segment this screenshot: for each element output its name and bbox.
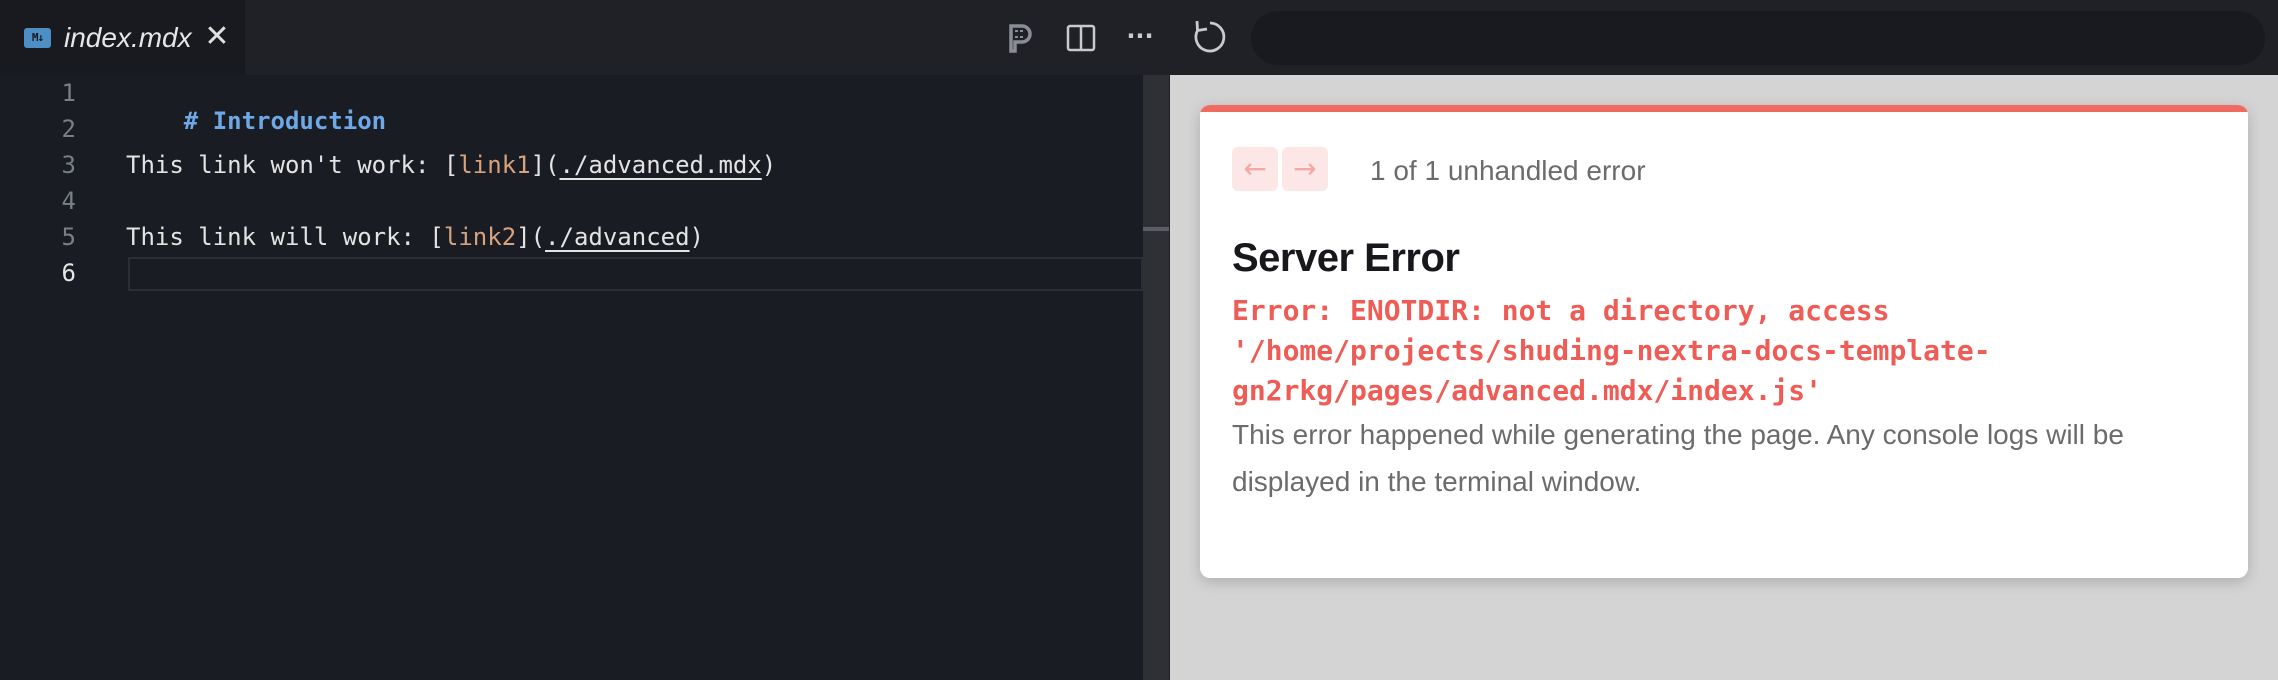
code-text: ]( — [530, 151, 560, 179]
top-bar: M↓ index.mdx ✕ ··· — [0, 0, 2278, 75]
markdown-heading: # Introduction — [183, 107, 387, 135]
code-text: This link won't work: [ — [126, 151, 459, 179]
code-line-5: This link will work: [link2](./advanced) — [126, 223, 704, 251]
line-number-active: 6 — [61, 259, 76, 287]
error-dialog: ← → 1 of 1 unhandled error Server Error … — [1200, 105, 2248, 578]
arrow-left-icon: ← — [1243, 152, 1267, 185]
code-line-3: This link won't work: [link1](./advanced… — [126, 151, 776, 179]
link-url: ./advanced — [545, 223, 690, 251]
error-description: This error happened while generating the… — [1232, 419, 2124, 497]
line-number: 5 — [61, 223, 76, 251]
line-number: 1 — [61, 79, 76, 107]
arrow-right-icon: → — [1293, 152, 1317, 185]
code-text: ) — [761, 151, 777, 179]
link-text: link2 — [443, 223, 517, 251]
next-error-button[interactable]: → — [1282, 147, 1328, 191]
editor-tab[interactable]: M↓ index.mdx ✕ — [0, 0, 245, 75]
tab-title: index.mdx — [64, 22, 192, 53]
close-tab-icon[interactable]: ✕ — [202, 19, 232, 55]
line-number: 4 — [61, 187, 76, 215]
error-accent-bar — [1200, 105, 2248, 112]
markdown-icon: M↓ — [24, 28, 51, 48]
code-text: ]( — [516, 223, 546, 251]
link-text: link1 — [458, 151, 531, 179]
error-title: Server Error — [1232, 236, 1460, 280]
code-text: This link will work: [ — [126, 223, 444, 251]
error-message: Error: ENOTDIR: not a directory, access … — [1232, 294, 1991, 407]
editor-scrollbar[interactable] — [1143, 75, 1169, 680]
preview-pane: ← → 1 of 1 unhandled error Server Error … — [1170, 75, 2278, 680]
code-editor[interactable]: 1 2 3 4 5 6 # Introduction This link won… — [0, 75, 1143, 680]
line-number: 3 — [61, 151, 76, 179]
code-text: ) — [689, 223, 704, 251]
more-actions-icon[interactable]: ··· — [1120, 18, 1160, 58]
error-count: 1 of 1 unhandled error — [1370, 155, 1646, 186]
split-editor-icon[interactable] — [1061, 18, 1101, 58]
line-number: 2 — [61, 115, 76, 143]
scrollbar-marker — [1143, 227, 1169, 231]
preview-url-input[interactable] — [1251, 11, 2265, 65]
link-url: ./advanced.mdx — [559, 151, 762, 179]
refresh-icon[interactable] — [1189, 16, 1231, 58]
previous-error-button[interactable]: ← — [1232, 147, 1278, 191]
current-line-highlight — [128, 257, 1143, 291]
prettier-p-icon[interactable] — [1000, 18, 1040, 58]
